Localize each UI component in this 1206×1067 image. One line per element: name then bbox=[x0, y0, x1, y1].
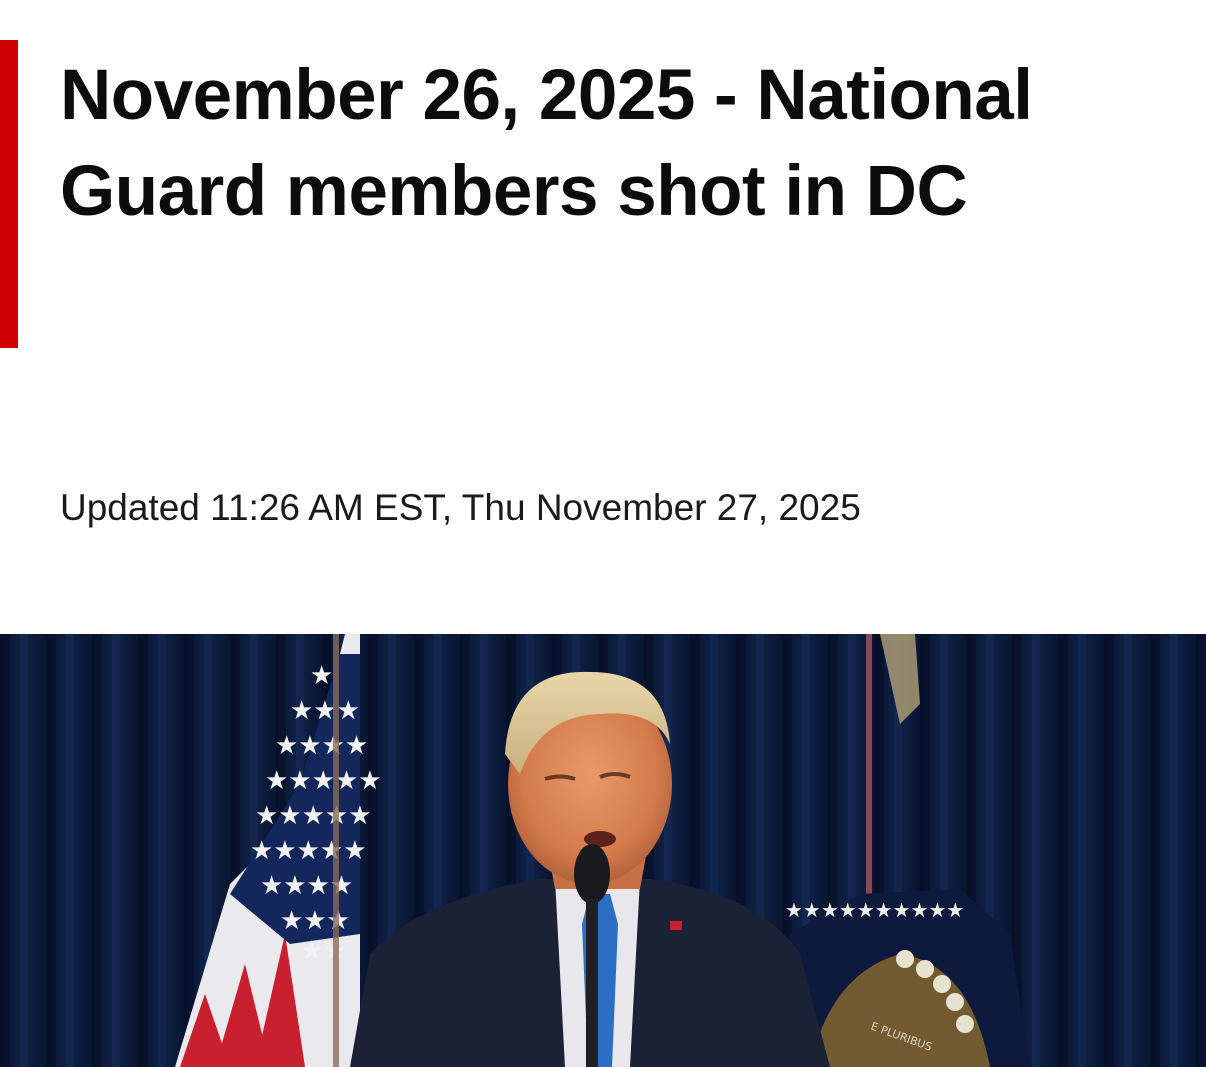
svg-text:★★★★★: ★★★★★ bbox=[250, 836, 367, 866]
hero-photo-illustration: ★★★★ ★★★★★★★★★ ★★★★★★★★★★ ★★★★★★★ ★★ ★★★… bbox=[0, 634, 1206, 1067]
svg-text:★★★★★: ★★★★★ bbox=[255, 801, 372, 831]
hero-image[interactable]: ★ ★★★ ★★★★ ★★★★★ ★★★★★ ★★★★★ ★★★★ ★★★ ★★ ★★★… bbox=[0, 634, 1206, 1067]
svg-text:★★★: ★★★ bbox=[290, 696, 360, 726]
article-timestamp: Updated 11:26 AM EST, Thu November 27, 2… bbox=[60, 487, 861, 528]
headline-block: November 26, 2025 - National Guard membe… bbox=[0, 40, 1206, 348]
svg-text:★★★★: ★★★★ bbox=[260, 871, 353, 901]
svg-text:★★★★★: ★★★★★ bbox=[265, 766, 382, 796]
svg-text:★: ★ bbox=[310, 661, 333, 691]
svg-text:★★★: ★★★ bbox=[280, 906, 350, 936]
svg-text:★★★★★★★★★★: ★★★★★★★★★★ bbox=[785, 898, 964, 922]
article-headline: November 26, 2025 - National Guard membe… bbox=[60, 56, 1033, 231]
section-accent-bar bbox=[0, 40, 18, 348]
svg-text:★★★★: ★★★★ bbox=[275, 731, 368, 761]
svg-text:★★: ★★ bbox=[300, 936, 347, 966]
